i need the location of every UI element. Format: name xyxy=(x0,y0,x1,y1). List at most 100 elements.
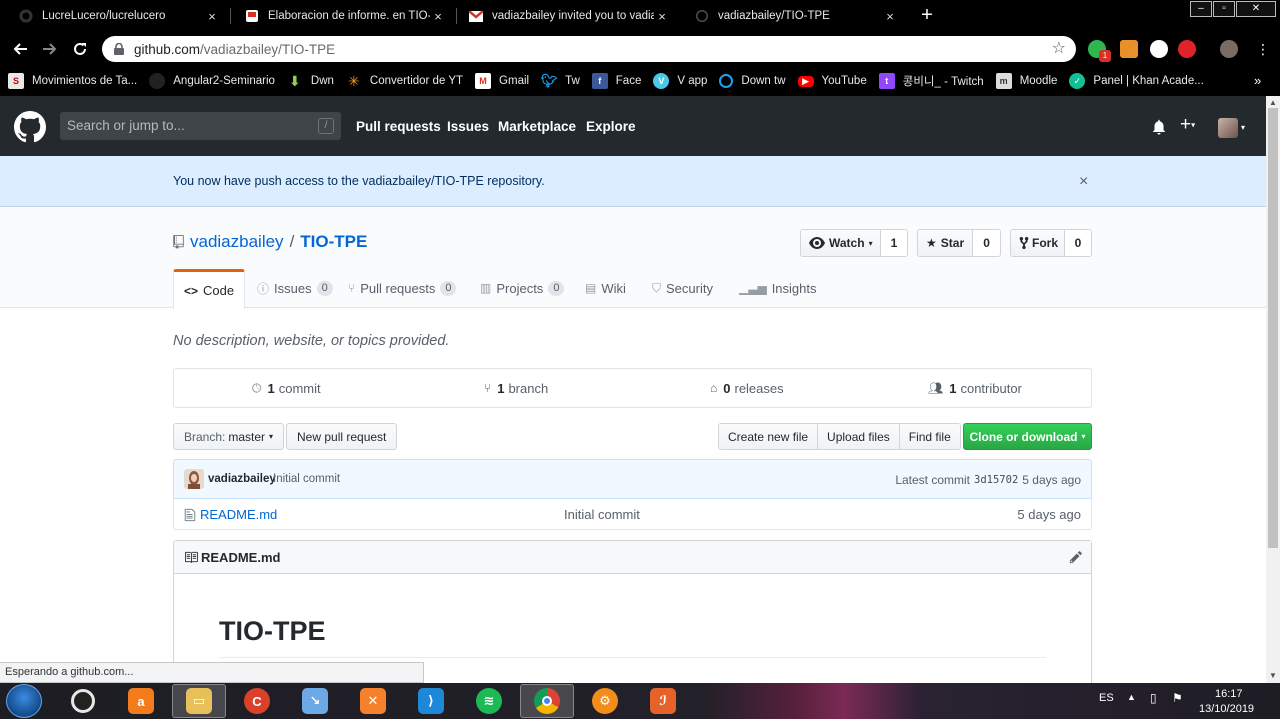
nav-explore[interactable]: Explore xyxy=(586,96,636,156)
bookmark-item[interactable]: ✳ Convertidor de YT xyxy=(346,73,463,89)
close-icon[interactable]: × xyxy=(1079,173,1088,191)
nav-issues[interactable]: Issues xyxy=(447,96,489,156)
taskbar-app[interactable]: ▭ xyxy=(172,684,226,718)
browser-tab[interactable]: Elaboracion de informe. en TIO-T × xyxy=(226,0,456,32)
close-icon[interactable]: × xyxy=(430,9,446,24)
watch-count[interactable]: 1 xyxy=(881,230,907,256)
close-window-button[interactable]: ✕ xyxy=(1236,1,1276,17)
bookmark-item[interactable]: Angular2-Seminario xyxy=(149,73,275,89)
repo-owner-link[interactable]: vadiazbailey xyxy=(190,232,284,252)
address-bar[interactable]: github.com/vadiazbailey/TIO-TPE ☆ xyxy=(102,36,1076,62)
scroll-down-icon[interactable]: ▼ xyxy=(1269,671,1277,680)
back-button[interactable] xyxy=(10,39,30,59)
search-input[interactable]: Search or jump to... / xyxy=(60,112,341,140)
taskbar-app[interactable]: a xyxy=(114,684,168,718)
nav-marketplace[interactable]: Marketplace xyxy=(498,96,576,156)
create-new-dropdown[interactable]: +▾ xyxy=(1180,114,1195,136)
fork-button[interactable]: Fork xyxy=(1011,230,1065,256)
new-pull-request-button[interactable]: New pull request xyxy=(286,423,398,450)
close-icon[interactable]: × xyxy=(654,9,670,24)
keyboard-language[interactable]: ES xyxy=(1099,692,1114,704)
clock-time[interactable]: 16:17 xyxy=(1215,688,1243,700)
commit-author[interactable]: vadiazbailey xyxy=(208,473,276,485)
fork-count[interactable]: 0 xyxy=(1065,230,1091,256)
reload-button[interactable] xyxy=(70,39,90,59)
bookmark-item[interactable]: V V app xyxy=(653,73,707,89)
tab-issues[interactable]: ⓘ Issues 0 xyxy=(257,269,333,307)
taskbar-app[interactable]: ↘ xyxy=(288,684,342,718)
bell-icon[interactable] xyxy=(1152,119,1166,135)
summary-commits[interactable]: 🕓︎ 1 commit xyxy=(252,369,321,407)
browser-tab-active[interactable]: vadiazbailey/TIO-TPE × xyxy=(676,0,908,32)
taskbar-app[interactable]: C xyxy=(230,684,284,718)
forward-button[interactable] xyxy=(40,39,60,59)
opera-icon[interactable] xyxy=(1178,40,1196,58)
file-name-link[interactable]: README.md xyxy=(200,507,277,522)
clock-date[interactable]: 13/10/2019 xyxy=(1199,703,1254,715)
bookmark-star-icon[interactable]: ☆ xyxy=(1052,41,1066,57)
tab-projects[interactable]: ▥ Projects 0 xyxy=(480,269,565,307)
tab-pull-requests[interactable]: ⑂ Pull requests 0 xyxy=(348,269,457,307)
taskbar-app[interactable]: ✕ xyxy=(346,684,400,718)
file-commit-message[interactable]: Initial commit xyxy=(564,507,640,522)
extension-key-icon[interactable] xyxy=(1120,40,1138,58)
page-scrollbar[interactable]: ▲ ▼ xyxy=(1266,96,1280,683)
avatar[interactable] xyxy=(1218,118,1238,138)
tab-wiki[interactable]: ▤ Wiki xyxy=(585,269,626,307)
chevron-down-icon[interactable]: ▾ xyxy=(1241,123,1245,132)
flag-icon[interactable]: ⚑ xyxy=(1172,691,1183,705)
tray-expand-icon[interactable]: ▲ xyxy=(1127,692,1136,702)
bookmark-item[interactable]: t 콩비니_ - Twitch xyxy=(878,73,984,89)
bookmark-item[interactable]: S Movimientos de Ta... xyxy=(8,73,137,89)
scroll-up-icon[interactable]: ▲ xyxy=(1269,98,1277,107)
bookmark-item[interactable]: M Gmail xyxy=(475,73,529,89)
bookmarks-overflow-button[interactable]: » xyxy=(1254,73,1261,88)
create-new-file-button[interactable]: Create new file xyxy=(719,424,818,449)
bookmark-item[interactable]: f Face xyxy=(591,73,641,89)
clone-or-download-button[interactable]: Clone or download ▾ xyxy=(963,423,1092,450)
taskbar-app[interactable]: ℐ xyxy=(636,684,690,718)
battery-icon[interactable]: ▯ xyxy=(1150,691,1157,705)
new-tab-button[interactable]: + xyxy=(916,4,938,26)
star-button[interactable]: ★ Star xyxy=(918,230,974,256)
windows-start-button[interactable] xyxy=(6,684,42,718)
summary-branches[interactable]: ⑂ 1 branch xyxy=(484,369,548,407)
bookmark-item[interactable]: 🐦︎ Tw xyxy=(541,73,580,89)
summary-contributors[interactable]: 👥︎ 1 contributor xyxy=(928,369,1022,407)
commit-sha[interactable]: 3d15702 xyxy=(974,473,1018,487)
browser-menu-icon[interactable]: ⋮ xyxy=(1256,41,1270,58)
minimize-button[interactable]: – xyxy=(1190,1,1212,17)
restore-button[interactable]: ▫ xyxy=(1213,1,1235,17)
find-file-button[interactable]: Find file xyxy=(898,424,960,449)
taskbar-app[interactable]: ≋ xyxy=(462,684,516,718)
branch-select-button[interactable]: Branch: master ▾ xyxy=(173,423,285,450)
watch-button[interactable]: Watch ▾ xyxy=(801,230,881,256)
upload-files-button[interactable]: Upload files xyxy=(817,424,899,449)
taskbar-app[interactable] xyxy=(520,684,574,718)
scroll-thumb[interactable] xyxy=(1268,108,1278,548)
tab-insights[interactable]: ▁▃▅ Insights xyxy=(739,269,817,307)
taskbar-app[interactable]: ⟩ xyxy=(404,684,458,718)
bookmark-item[interactable]: ▶ YouTube xyxy=(797,75,867,87)
taskbar-app[interactable]: ⚙ xyxy=(578,684,632,718)
close-icon[interactable]: × xyxy=(204,9,220,24)
tab-security[interactable]: ⛉ Security xyxy=(652,269,713,307)
pencil-icon[interactable] xyxy=(1069,550,1083,564)
commit-message[interactable]: Initial commit xyxy=(273,473,340,485)
browser-tab[interactable]: vadiazbailey invited you to vadia × xyxy=(450,0,680,32)
avatar[interactable] xyxy=(184,469,204,489)
summary-releases[interactable]: ⌂ 0 releases xyxy=(710,369,784,407)
repo-name-link[interactable]: TIO-TPE xyxy=(300,232,367,252)
bookmark-item[interactable]: m Moodle xyxy=(995,73,1057,89)
tab-code[interactable]: <> Code xyxy=(173,269,246,309)
star-count[interactable]: 0 xyxy=(973,230,1000,256)
close-icon[interactable]: × xyxy=(882,9,898,24)
profile-avatar[interactable] xyxy=(1220,40,1238,58)
bookmark-item[interactable]: ✓ Panel | Khan Acade... xyxy=(1069,73,1204,89)
nav-pull-requests[interactable]: Pull requests xyxy=(356,96,441,156)
bookmark-item[interactable]: ⬇ Dwn xyxy=(287,73,334,89)
browser-tab[interactable]: LucreLucero/lucrelucero × xyxy=(0,0,230,32)
bookmark-item[interactable]: Down tw xyxy=(719,74,786,88)
github-logo-icon[interactable] xyxy=(14,111,46,143)
extension-circle-icon[interactable] xyxy=(1150,40,1168,58)
